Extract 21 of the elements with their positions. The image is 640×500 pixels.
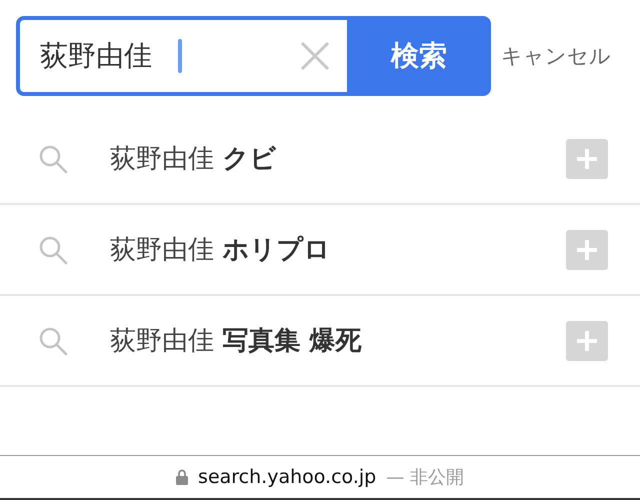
- text-cursor: [178, 39, 182, 73]
- search-text: 荻野由佳: [40, 38, 152, 74]
- privacy-text: — 非公開: [386, 466, 464, 489]
- suggestion-text: 荻野由佳 ホリプロ: [110, 234, 330, 267]
- cancel-button[interactable]: キャンセル: [501, 42, 611, 70]
- search-button[interactable]: 検索: [347, 16, 491, 96]
- search-icon: [38, 326, 68, 356]
- add-icon[interactable]: [566, 230, 608, 270]
- suggestion-item[interactable]: 荻野由佳 クビ: [0, 114, 640, 205]
- search-icon: [38, 144, 68, 174]
- clear-icon[interactable]: [299, 40, 331, 72]
- add-icon[interactable]: [566, 138, 608, 178]
- add-icon[interactable]: [566, 320, 608, 360]
- url-text: search.yahoo.co.jp: [198, 466, 376, 488]
- suggestion-text: 荻野由佳 写真集 爆死: [110, 325, 362, 358]
- suggestion-text: 荻野由佳 クビ: [110, 143, 276, 176]
- search-field[interactable]: 荻野由佳: [16, 16, 347, 96]
- suggestion-item[interactable]: 荻野由佳 ホリプロ: [0, 205, 640, 296]
- suggestion-item[interactable]: 荻野由佳 写真集 爆死: [0, 296, 640, 387]
- lock-icon: [176, 469, 188, 485]
- search-icon: [38, 234, 68, 264]
